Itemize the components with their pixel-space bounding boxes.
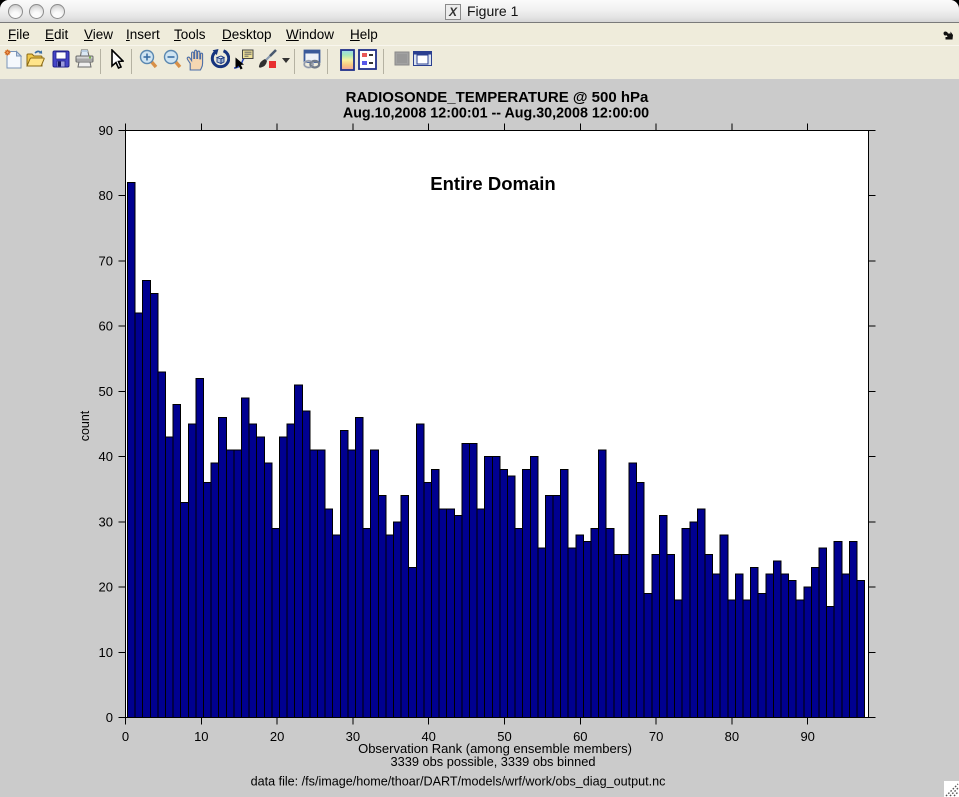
svg-text:90: 90 bbox=[800, 729, 814, 744]
svg-text:Aug.10,2008 12:00:01 -- Aug.30: Aug.10,2008 12:00:01 -- Aug.30,2008 12:0… bbox=[343, 106, 649, 122]
svg-text:20: 20 bbox=[270, 729, 284, 744]
svg-text:10: 10 bbox=[99, 645, 113, 660]
svg-text:0: 0 bbox=[122, 729, 129, 744]
svg-text:10: 10 bbox=[194, 729, 208, 744]
svg-text:40: 40 bbox=[99, 449, 113, 464]
svg-text:3339 obs possible, 3339 obs bi: 3339 obs possible, 3339 obs binned bbox=[391, 754, 596, 769]
svg-text:20: 20 bbox=[99, 580, 113, 595]
svg-text:data file: /fs/image/home/thoa: data file: /fs/image/home/thoar/DART/mod… bbox=[251, 775, 666, 789]
svg-text:50: 50 bbox=[99, 384, 113, 399]
svg-text:0: 0 bbox=[106, 710, 113, 725]
svg-text:80: 80 bbox=[99, 188, 113, 203]
svg-text:Entire Domain: Entire Domain bbox=[430, 173, 555, 194]
svg-text:RADIOSONDE_TEMPERATURE @ 500 h: RADIOSONDE_TEMPERATURE @ 500 hPa bbox=[346, 89, 649, 106]
svg-text:60: 60 bbox=[99, 319, 113, 334]
svg-text:90: 90 bbox=[99, 123, 113, 138]
svg-text:80: 80 bbox=[725, 729, 739, 744]
svg-text:30: 30 bbox=[99, 514, 113, 529]
svg-text:70: 70 bbox=[99, 253, 113, 268]
svg-text:count: count bbox=[78, 410, 92, 441]
svg-text:70: 70 bbox=[649, 729, 663, 744]
